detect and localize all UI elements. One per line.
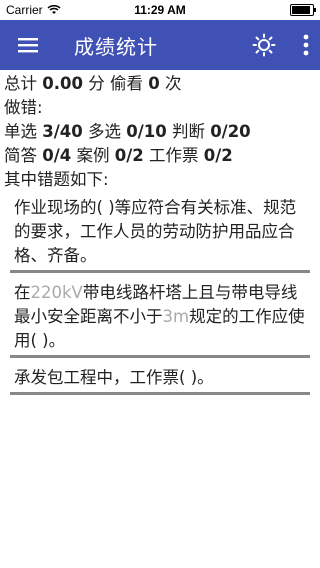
carrier-label: Carrier: [6, 3, 43, 17]
question-text: 作业现场的(: [14, 198, 103, 217]
wrong-label: 做错:: [4, 98, 43, 117]
stat-value: 0/4: [42, 146, 72, 165]
peek-label: 偷看: [109, 74, 143, 93]
page-title: 成绩统计: [74, 34, 158, 59]
stat-label: 单选: [4, 122, 37, 141]
status-right: [290, 4, 316, 16]
question-text: 在: [14, 283, 31, 302]
score-value: 0.00: [42, 74, 83, 93]
content: 总计 0.00 分 偷看 0 次 做错: 单选 3/40 多选 0/10 判断 …: [0, 70, 320, 397]
stat-value: 0/20: [210, 122, 251, 141]
more-vert-icon[interactable]: [302, 34, 310, 56]
stat-value: 0/10: [126, 122, 167, 141]
question-list: 作业现场的( )等应符合有关标准、规范的要求，工作人员的劳动防护用品应合格、齐备…: [4, 196, 316, 395]
app-bar-actions: [252, 20, 310, 70]
battery-icon: [290, 4, 316, 16]
question-text: 承发包工程中，工作票(: [14, 368, 186, 387]
peek-unit: 次: [164, 74, 182, 93]
question-item[interactable]: 作业现场的( )等应符合有关标准、规范的要求，工作人员的劳动防护用品应合格、齐备…: [10, 196, 310, 273]
menu-icon: [18, 38, 38, 53]
stat-label: 工作票: [149, 146, 199, 165]
stat-label: 多选: [87, 122, 121, 141]
summary-line: 总计 0.00 分 偷看 0 次: [4, 72, 316, 96]
stat-label: 简答: [4, 146, 37, 165]
status-bar: Carrier 11:29 AM: [0, 0, 320, 20]
stat-value: 0/2: [203, 146, 233, 165]
question-item[interactable]: 承发包工程中，工作票( )。: [10, 366, 310, 395]
stats-row-2: 简答 0/4 案例 0/2 工作票 0/2: [4, 144, 316, 168]
question-distance: 3m: [162, 307, 190, 326]
status-left: Carrier: [6, 3, 61, 17]
total-label: 总计: [4, 74, 37, 93]
peek-count: 0: [148, 74, 160, 93]
wrong-header: 其中错题如下:: [4, 170, 109, 189]
stat-label: 案例: [76, 146, 110, 165]
question-voltage: 220kV: [30, 283, 83, 302]
brightness-icon[interactable]: [252, 33, 276, 57]
stat-label: 判断: [171, 122, 205, 141]
score-unit: 分: [88, 74, 105, 93]
menu-button[interactable]: [0, 20, 56, 70]
stat-value: 3/40: [42, 122, 83, 141]
stat-value: 0/2: [114, 146, 144, 165]
question-item[interactable]: 在220kV带电线路杆塔上且与带电导线最小安全距离不小于3m规定的工作应使用( …: [10, 281, 310, 358]
question-text: )。: [190, 368, 214, 387]
app-bar: 成绩统计: [0, 20, 320, 70]
wifi-icon: [47, 5, 61, 14]
stats-row-1: 单选 3/40 多选 0/10 判断 0/20: [4, 120, 316, 144]
